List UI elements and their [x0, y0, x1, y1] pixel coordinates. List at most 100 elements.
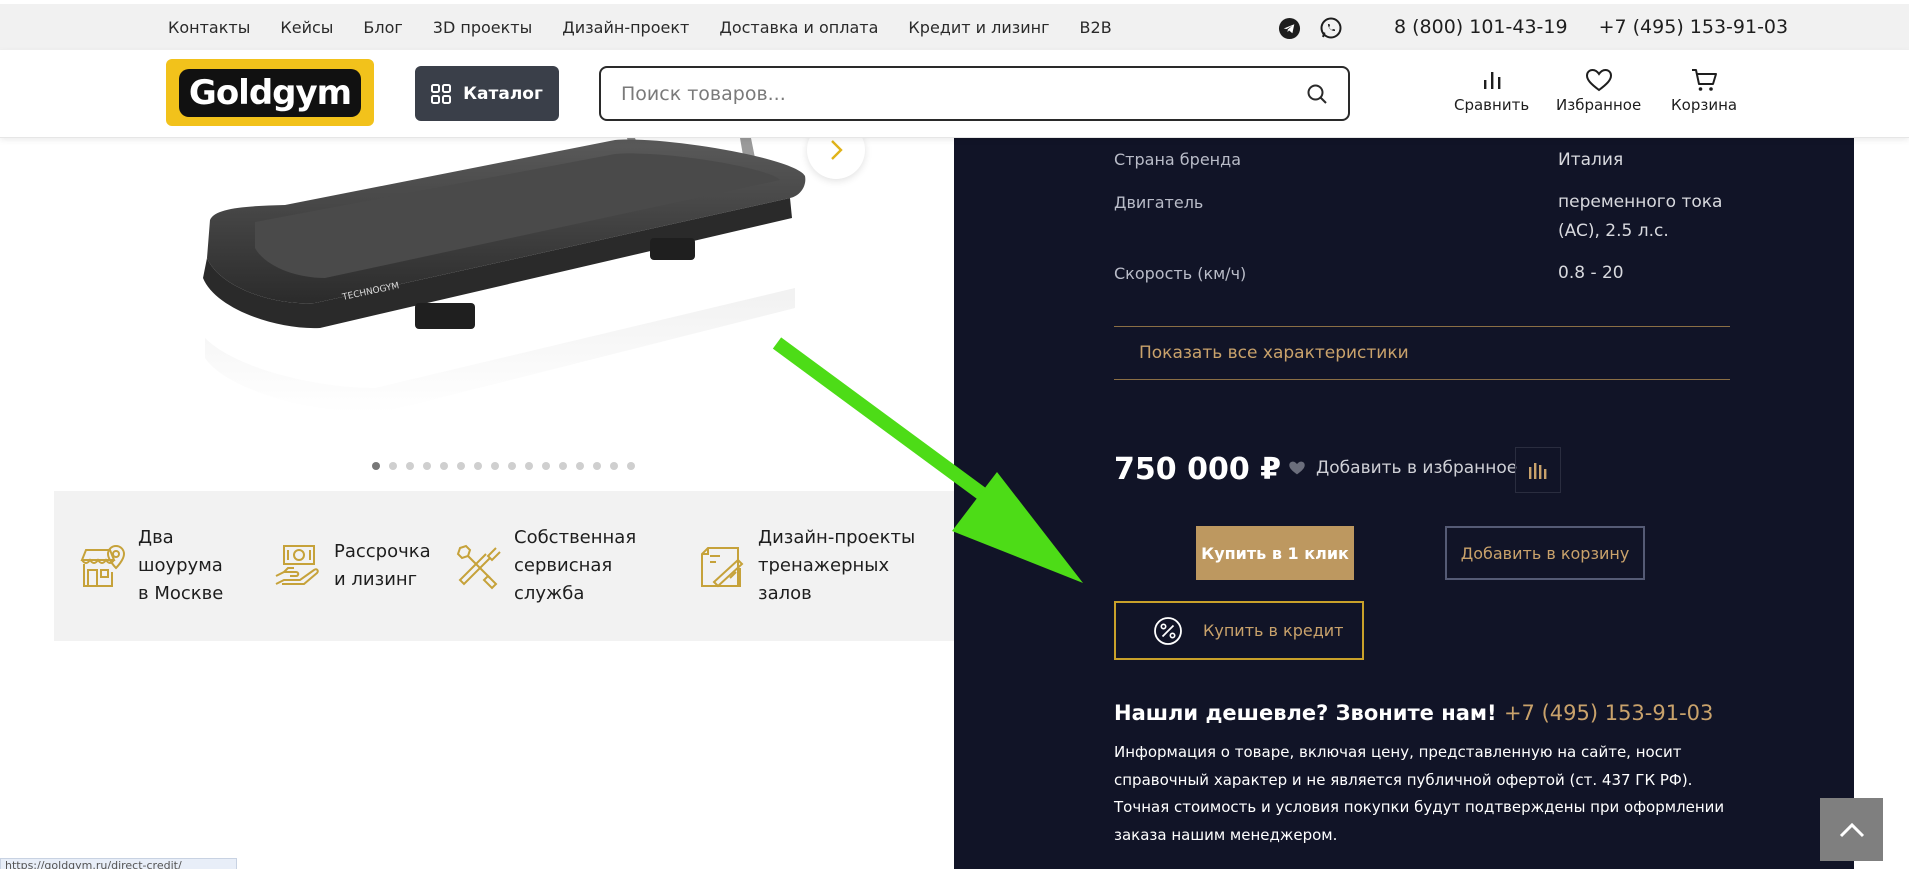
gallery-dot[interactable]	[542, 462, 550, 470]
shop-location-icon	[80, 544, 126, 587]
divider	[1114, 379, 1730, 380]
feature-design: Дизайн-проекты тренажерных залов	[698, 491, 915, 641]
nav-link-blog[interactable]: Блог	[363, 18, 402, 37]
gallery-dot[interactable]	[423, 462, 431, 470]
cheaper-callout: Нашли дешевле? Звоните нам! +7 (495) 153…	[1114, 701, 1713, 725]
telegram-icon[interactable]	[1277, 16, 1301, 40]
header: Goldgym Каталог Сравнить Избранное Корзи…	[0, 50, 1909, 138]
feature-text-line: тренажерных	[758, 555, 890, 576]
gallery-dot[interactable]	[559, 462, 567, 470]
product-info-panel: Страна бренда Италия Двигатель переменно…	[954, 138, 1854, 869]
gallery-dot[interactable]	[389, 462, 397, 470]
gallery-dot[interactable]	[372, 462, 380, 470]
spec-name: Скорость (км/ч)	[1114, 264, 1247, 283]
nav-link-cases[interactable]: Кейсы	[280, 18, 333, 37]
favorites-link[interactable]: Избранное	[1556, 68, 1641, 114]
buy-credit-label: Купить в кредит	[1203, 621, 1344, 640]
nav-link-credit[interactable]: Кредит и лизинг	[908, 18, 1049, 37]
catalog-button[interactable]: Каталог	[415, 66, 559, 121]
spec-value: переменного тока (AC), 2.5 л.с.	[1558, 192, 1723, 241]
spec-value: 0.8 - 20	[1558, 263, 1624, 283]
spec-name: Страна бренда	[1114, 150, 1241, 169]
feature-text-line: Дизайн-проекты	[758, 527, 916, 548]
gallery-dot[interactable]	[474, 462, 482, 470]
gallery-dot[interactable]	[610, 462, 618, 470]
scroll-to-top-button[interactable]	[1820, 798, 1883, 861]
chevron-up-icon	[1839, 822, 1864, 837]
cart-link[interactable]: Корзина	[1671, 68, 1737, 114]
compare-icon	[1483, 72, 1500, 89]
heart-icon	[1585, 68, 1612, 92]
gallery-dot[interactable]	[576, 462, 584, 470]
show-all-specs-link[interactable]: Показать все характеристики	[1139, 343, 1409, 363]
nav-link-design-project[interactable]: Дизайн-проект	[562, 18, 689, 37]
feature-text-line: Собственная	[514, 527, 637, 548]
feature-text-line: и лизинг	[334, 569, 418, 590]
gallery-dot[interactable]	[508, 462, 516, 470]
top-nav: Контакты Кейсы Блог 3D проекты Дизайн-пр…	[168, 4, 1142, 50]
feature-text-line: служба	[514, 583, 585, 604]
gallery-dot[interactable]	[627, 462, 635, 470]
divider	[1114, 326, 1730, 327]
search-icon[interactable]	[1306, 83, 1328, 105]
gallery-dot[interactable]	[491, 462, 499, 470]
tools-icon	[456, 544, 501, 590]
phones: 8 (800) 101-43-19 +7 (495) 153-91-03	[1394, 4, 1788, 50]
top-bar: Контакты Кейсы Блог 3D проекты Дизайн-пр…	[0, 4, 1909, 50]
feature-showrooms: Два шоурума в Москве	[78, 491, 223, 641]
feature-installments: Рассрочка и лизинг	[274, 491, 431, 641]
phone-moscow[interactable]: +7 (495) 153-91-03	[1599, 16, 1789, 38]
gallery-dot[interactable]	[440, 462, 448, 470]
heart-icon	[1289, 461, 1305, 475]
search-box	[599, 66, 1350, 121]
logo-text: Goldgym	[178, 68, 362, 117]
compare-link[interactable]: Сравнить	[1454, 68, 1529, 114]
disclaimer-text: Информация о товаре, включая цену, предс…	[1114, 743, 1725, 844]
favorites-label: Добавить в избранное	[1316, 458, 1518, 478]
percent-icon	[1154, 616, 1182, 645]
gallery-dot[interactable]	[406, 462, 414, 470]
nav-link-contacts[interactable]: Контакты	[168, 18, 250, 37]
add-to-cart-button[interactable]: Добавить в корзину	[1445, 526, 1645, 580]
whatsapp-icon[interactable]	[1319, 16, 1343, 40]
gallery-dot[interactable]	[593, 462, 601, 470]
feature-text-line: Два	[138, 527, 174, 548]
cart-label: Корзина	[1671, 96, 1738, 114]
feature-text-line: сервисная	[514, 555, 613, 576]
search-input[interactable]	[621, 82, 1306, 105]
page: Контакты Кейсы Блог 3D проекты Дизайн-пр…	[0, 0, 1909, 869]
nav-link-3d-projects[interactable]: 3D проекты	[433, 18, 532, 37]
hand-money-icon	[275, 545, 319, 585]
feature-text-line: шоурума	[138, 555, 223, 576]
phone-toll-free[interactable]: 8 (800) 101-43-19	[1394, 16, 1568, 38]
add-to-favorites-button[interactable]: Добавить в избранное	[1288, 458, 1517, 478]
grid-icon	[431, 83, 452, 104]
nav-link-b2b[interactable]: B2B	[1080, 18, 1112, 37]
cheaper-text: Нашли дешевле? Звоните нам!	[1114, 701, 1497, 725]
compare-icon	[1529, 463, 1547, 479]
feature-service: Собственная сервисная служба	[454, 491, 636, 641]
nav-link-delivery[interactable]: Доставка и оплата	[719, 18, 878, 37]
price: 750 000 ₽	[1114, 452, 1282, 487]
feature-text-line: залов	[758, 583, 812, 604]
design-draft-icon	[701, 547, 744, 588]
product-image[interactable]: TECHNOGYM	[195, 138, 815, 438]
gallery-dots	[372, 462, 635, 470]
cheaper-phone[interactable]: +7 (495) 153-91-03	[1504, 701, 1713, 725]
status-bar-url: https://goldgym.ru/direct-credit/	[0, 858, 237, 869]
spec-name: Двигатель	[1114, 193, 1204, 212]
chevron-right-icon	[831, 140, 843, 160]
logo[interactable]: Goldgym	[166, 59, 374, 126]
add-to-compare-button[interactable]	[1515, 447, 1561, 493]
buy-one-click-button[interactable]: Купить в 1 клик	[1196, 526, 1354, 580]
compare-label: Сравнить	[1454, 96, 1530, 114]
feature-text-line: в Москве	[138, 583, 224, 604]
gallery-dot[interactable]	[525, 462, 533, 470]
buy-credit-button[interactable]: Купить в кредит	[1114, 601, 1364, 660]
feature-text-line: Рассрочка	[334, 541, 431, 562]
cart-icon	[1692, 69, 1718, 91]
favorites-label: Избранное	[1556, 96, 1642, 114]
features-strip: Два шоурума в Москве Рассрочка и лизинг …	[54, 491, 954, 641]
messengers	[1277, 16, 1343, 40]
gallery-dot[interactable]	[457, 462, 465, 470]
